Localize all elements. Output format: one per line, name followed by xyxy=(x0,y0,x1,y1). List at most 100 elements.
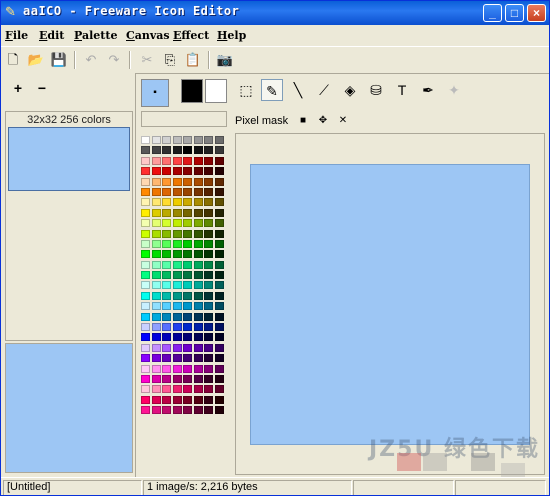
color-swatch[interactable] xyxy=(162,343,171,352)
color-swatch[interactable] xyxy=(214,281,224,290)
color-swatch[interactable] xyxy=(204,406,213,415)
color-swatch[interactable] xyxy=(214,167,224,176)
color-swatch[interactable] xyxy=(204,271,213,280)
color-swatch[interactable] xyxy=(151,198,161,207)
color-swatch[interactable] xyxy=(214,187,224,196)
color-swatch[interactable] xyxy=(183,323,192,332)
color-swatch[interactable] xyxy=(214,385,224,394)
color-swatch[interactable] xyxy=(204,364,213,373)
line-tool-icon[interactable]: ╲ xyxy=(287,79,309,101)
color-swatch[interactable] xyxy=(214,343,224,352)
color-swatch[interactable] xyxy=(214,364,224,373)
color-swatch[interactable] xyxy=(172,385,182,394)
color-swatch[interactable] xyxy=(151,146,161,155)
color-swatch[interactable] xyxy=(172,343,182,352)
color-swatch[interactable] xyxy=(162,260,171,269)
color-swatch[interactable] xyxy=(141,385,150,394)
color-swatch[interactable] xyxy=(151,291,161,300)
color-swatch[interactable] xyxy=(172,260,182,269)
color-swatch[interactable] xyxy=(141,291,150,300)
shape-tool-icon[interactable]: ◈ xyxy=(339,79,361,101)
color-swatch[interactable] xyxy=(172,167,182,176)
brush-tool-icon[interactable]: ⟋ xyxy=(313,79,335,101)
color-swatch[interactable] xyxy=(204,385,213,394)
color-swatch[interactable] xyxy=(162,385,171,394)
color-swatch[interactable] xyxy=(193,167,203,176)
color-swatch[interactable] xyxy=(151,219,161,228)
color-swatch[interactable] xyxy=(183,156,192,165)
color-swatch[interactable] xyxy=(183,291,192,300)
selection-tool-icon[interactable]: ⬚ xyxy=(235,79,257,101)
menu-help[interactable]: Help xyxy=(217,29,246,42)
color-swatch[interactable] xyxy=(141,281,150,290)
color-swatch[interactable] xyxy=(214,291,224,300)
color-swatch[interactable] xyxy=(141,406,150,415)
color-swatch[interactable] xyxy=(193,312,203,321)
color-swatch[interactable] xyxy=(193,271,203,280)
magic-wand-icon[interactable]: ✦ xyxy=(443,79,465,101)
color-swatch[interactable] xyxy=(151,208,161,217)
color-swatch[interactable] xyxy=(214,208,224,217)
color-swatch[interactable] xyxy=(172,333,182,342)
color-swatch[interactable] xyxy=(151,364,161,373)
color-swatch[interactable] xyxy=(162,229,171,238)
color-swatch[interactable] xyxy=(183,385,192,394)
color-swatch[interactable] xyxy=(204,187,213,196)
color-swatch[interactable] xyxy=(183,281,192,290)
color-swatch[interactable] xyxy=(214,229,224,238)
color-swatch[interactable] xyxy=(162,146,171,155)
color-swatch[interactable] xyxy=(162,136,171,144)
color-swatch[interactable] xyxy=(214,374,224,383)
remove-image-button[interactable]: − xyxy=(35,81,49,95)
color-swatch[interactable] xyxy=(141,156,150,165)
color-swatch[interactable] xyxy=(204,333,213,342)
color-swatch[interactable] xyxy=(141,250,150,259)
color-swatch[interactable] xyxy=(172,406,182,415)
color-swatch[interactable] xyxy=(214,395,224,404)
redo-icon[interactable]: ↷ xyxy=(104,50,124,70)
color-swatch[interactable] xyxy=(214,271,224,280)
color-swatch[interactable] xyxy=(141,198,150,207)
pencil-tool-icon[interactable]: ✎ xyxy=(261,79,283,101)
color-swatch[interactable] xyxy=(162,208,171,217)
color-swatch[interactable] xyxy=(183,187,192,196)
color-swatch[interactable] xyxy=(183,343,192,352)
color-swatch[interactable] xyxy=(183,374,192,383)
color-swatch[interactable] xyxy=(172,302,182,311)
color-swatch[interactable] xyxy=(162,323,171,332)
color-swatch[interactable] xyxy=(162,374,171,383)
color-swatch[interactable] xyxy=(141,146,150,155)
color-swatch[interactable] xyxy=(162,406,171,415)
color-swatch[interactable] xyxy=(193,343,203,352)
color-swatch[interactable] xyxy=(151,302,161,311)
color-swatch[interactable] xyxy=(183,167,192,176)
color-swatch[interactable] xyxy=(204,281,213,290)
color-swatch[interactable] xyxy=(193,374,203,383)
color-swatch[interactable] xyxy=(162,354,171,363)
color-swatch[interactable] xyxy=(141,364,150,373)
color-swatch[interactable] xyxy=(151,385,161,394)
color-swatch[interactable] xyxy=(162,239,171,248)
open-folder-icon[interactable]: 📂 xyxy=(26,50,46,70)
color-swatch[interactable] xyxy=(141,323,150,332)
color-swatch[interactable] xyxy=(172,281,182,290)
paste-icon[interactable]: 📋 xyxy=(183,50,203,70)
color-swatch[interactable] xyxy=(162,219,171,228)
color-swatch[interactable] xyxy=(151,395,161,404)
color-swatch[interactable] xyxy=(162,281,171,290)
color-swatch[interactable] xyxy=(151,323,161,332)
color-swatch[interactable] xyxy=(172,229,182,238)
color-swatch[interactable] xyxy=(162,187,171,196)
color-swatch[interactable] xyxy=(193,250,203,259)
cut-icon[interactable]: ✂ xyxy=(137,50,157,70)
menu-edit[interactable]: Edit xyxy=(39,29,64,42)
color-swatch[interactable] xyxy=(141,219,150,228)
color-swatch[interactable] xyxy=(204,323,213,332)
color-swatch[interactable] xyxy=(151,156,161,165)
color-swatch[interactable] xyxy=(204,354,213,363)
color-swatch[interactable] xyxy=(151,229,161,238)
color-swatch[interactable] xyxy=(193,198,203,207)
color-swatch[interactable] xyxy=(214,260,224,269)
color-swatch[interactable] xyxy=(183,208,192,217)
color-swatch[interactable] xyxy=(214,312,224,321)
